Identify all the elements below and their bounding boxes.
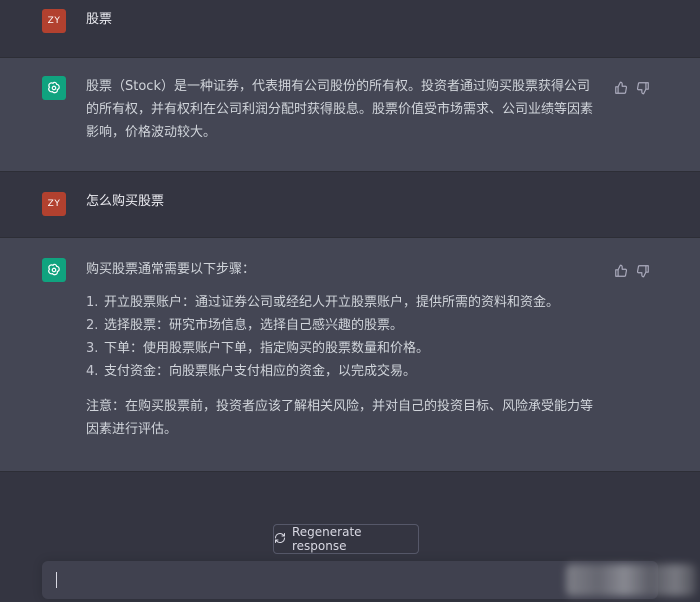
- assistant-message-body: 购买股票通常需要以下步骤： 1. 开立股票账户：通过证券公司或经纪人开立股票账户…: [86, 258, 596, 441]
- user-avatar: ZY: [42, 192, 66, 216]
- chat-window: ZY 股票 股票（Stock）是一种证券，代表拥有公司股份的所有权。投资者通过购…: [0, 0, 700, 602]
- step-text: 选择股票：研究市场信息，选择自己感兴趣的股票。: [104, 318, 404, 333]
- thumbs-up-icon[interactable]: [614, 263, 628, 277]
- list-item: 3. 下单：使用股票账户下单，指定购买的股票数量和价格。: [86, 337, 596, 360]
- thumbs-down-icon[interactable]: [636, 263, 650, 278]
- thumbs-up-icon[interactable]: [614, 80, 628, 94]
- steps-list: 1. 开立股票账户：通过证券公司或经纪人开立股票账户，提供所需的资料和资金。 2…: [86, 291, 596, 383]
- refresh-icon: [274, 532, 286, 547]
- assistant-message-row: 股票（Stock）是一种证券，代表拥有公司股份的所有权。投资者通过购买股票获得公…: [0, 58, 700, 172]
- list-item: 1. 开立股票账户：通过证券公司或经纪人开立股票账户，提供所需的资料和资金。: [86, 291, 596, 314]
- step-text: 支付资金：向股票账户支付相应的资金，以完成交易。: [104, 364, 417, 379]
- user-message-row: ZY 股票: [0, 0, 700, 58]
- thumbs-down-icon[interactable]: [636, 80, 650, 95]
- user-avatar: ZY: [42, 9, 66, 33]
- user-message-text: 怎么购买股票: [86, 194, 165, 209]
- step-number: 1.: [86, 295, 99, 310]
- regenerate-response-button[interactable]: Regenerate response: [273, 524, 419, 554]
- obscured-area: [566, 564, 696, 596]
- step-number: 2.: [86, 318, 99, 333]
- step-text: 开立股票账户：通过证券公司或经纪人开立股票账户，提供所需的资料和资金。: [104, 295, 560, 310]
- assistant-message-row: 购买股票通常需要以下步骤： 1. 开立股票账户：通过证券公司或经纪人开立股票账户…: [0, 238, 700, 472]
- user-message-text: 股票: [86, 12, 113, 27]
- openai-logo-icon: [42, 76, 66, 100]
- list-item: 2. 选择股票：研究市场信息，选择自己感兴趣的股票。: [86, 314, 596, 337]
- feedback-buttons: [614, 263, 650, 278]
- feedback-buttons: [614, 80, 650, 95]
- avatar-initials: ZY: [47, 16, 61, 26]
- assistant-note-text: 注意：在购买股票前，投资者应该了解相关风险，并对自己的投资目标、风险承受能力等因…: [86, 399, 594, 437]
- list-item: 4. 支付资金：向股票账户支付相应的资金，以完成交易。: [86, 360, 596, 383]
- step-number: 4.: [86, 364, 99, 379]
- text-cursor: [56, 572, 57, 588]
- avatar-initials: ZY: [47, 199, 61, 209]
- openai-logo-icon: [42, 258, 66, 282]
- step-number: 3.: [86, 341, 99, 356]
- step-text: 下单：使用股票账户下单，指定购买的股票数量和价格。: [104, 341, 430, 356]
- assistant-message-text: 股票（Stock）是一种证券，代表拥有公司股份的所有权。投资者通过购买股票获得公…: [86, 79, 594, 140]
- regenerate-label: Regenerate response: [292, 525, 362, 553]
- assistant-intro-text: 购买股票通常需要以下步骤：: [86, 262, 256, 277]
- user-message-row: ZY 怎么购买股票: [0, 172, 700, 238]
